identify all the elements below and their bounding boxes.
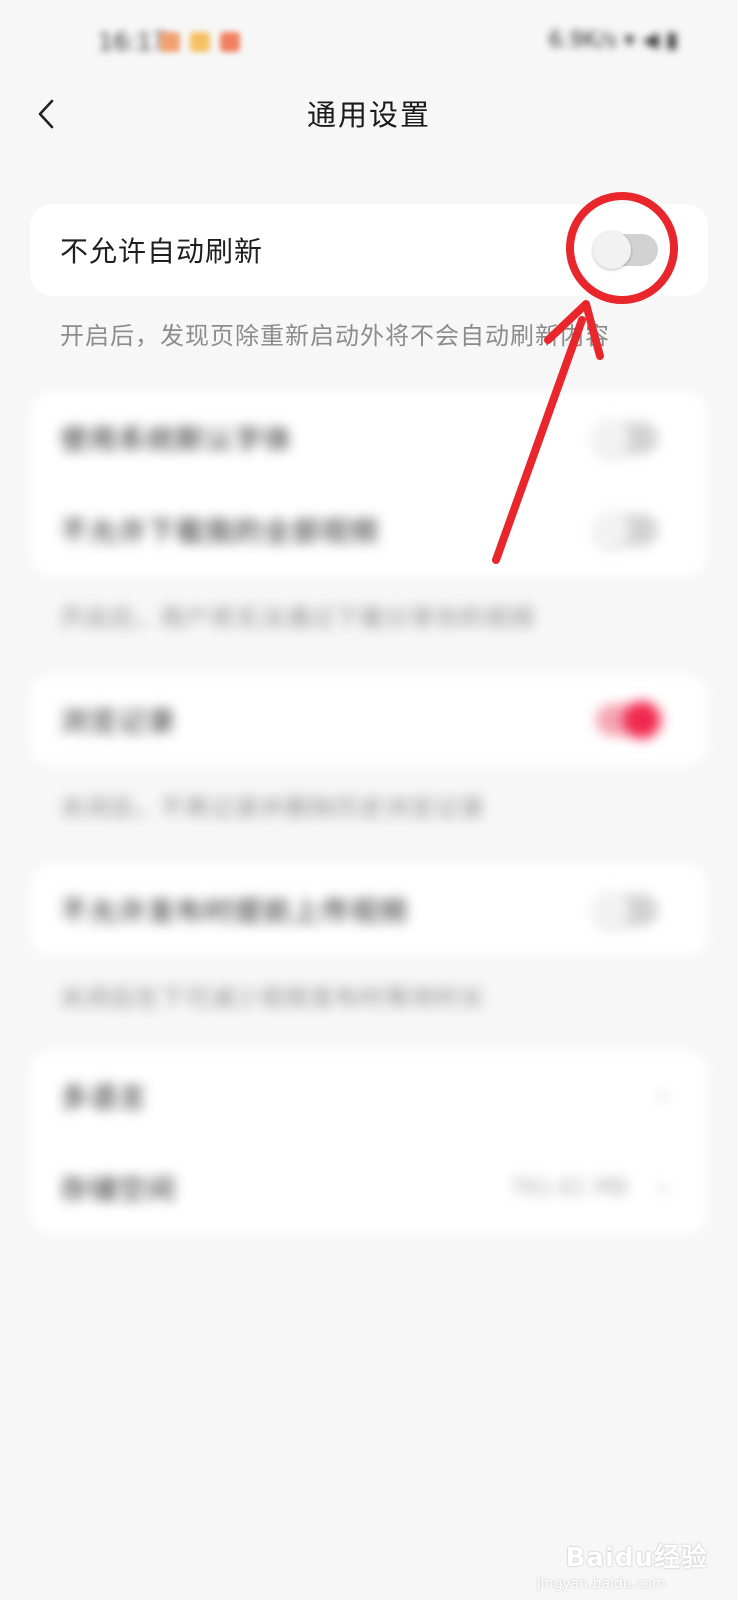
storage-value: 761.61 MB: [509, 1175, 628, 1201]
toggle-knob: [593, 891, 631, 929]
misc-card: 多语言 › 存储空间 761.61 MB ›: [30, 1050, 708, 1234]
storage-row[interactable]: 存储空间 761.61 MB ›: [30, 1142, 708, 1234]
chevron-right-icon: ›: [657, 1081, 668, 1111]
storage-label: 存储空间: [60, 1173, 177, 1206]
system-font-toggle[interactable]: [593, 419, 658, 457]
status-bar: 16:17 6.9K/s ▾ ◀ ▮: [0, 0, 738, 90]
pre-upload-hint: 关闭后在下可减少视频发布时等待时长: [60, 984, 485, 1012]
auto-refresh-label: 不允许自动刷新: [60, 235, 264, 268]
history-hint: 关闭后，不再记录并删除历史浏览记录: [60, 794, 485, 822]
auto-refresh-card: 不允许自动刷新: [30, 204, 708, 296]
auto-refresh-hint: 开启后，发现页除重新启动外将不会自动刷新内容: [60, 322, 610, 350]
auto-refresh-row: 不允许自动刷新: [30, 204, 708, 296]
toggle-knob: [593, 231, 631, 269]
toggle-knob: [593, 511, 631, 549]
notification-icons: [160, 32, 250, 56]
language-label: 多语言: [60, 1081, 148, 1114]
history-label: 浏览记录: [60, 705, 177, 738]
history-card: 浏览记录: [30, 674, 708, 766]
auto-refresh-toggle[interactable]: [593, 231, 658, 269]
download-hint: 开启后，用户将无法通过下载分享你的视频: [60, 604, 535, 632]
history-row: 浏览记录: [30, 674, 708, 766]
status-time: 16:17: [98, 28, 168, 56]
history-toggle[interactable]: [596, 701, 661, 739]
pre-upload-toggle[interactable]: [593, 891, 658, 929]
header: 通用设置: [0, 80, 738, 148]
watermark-url: jingyan.baidu.com: [536, 1576, 666, 1592]
watermark-logo: Baidu经验: [565, 1543, 708, 1573]
toggle-knob: [593, 419, 631, 457]
system-font-row: 使用系统默认字体: [30, 392, 708, 484]
system-font-label: 使用系统默认字体: [60, 423, 293, 456]
download-videos-toggle[interactable]: [593, 511, 658, 549]
download-videos-label: 不允许下载我的全部视频: [60, 515, 380, 548]
settings-screen: 16:17 6.9K/s ▾ ◀ ▮ 通用设置 不允许自动刷新 开启后，发现页除…: [0, 0, 738, 1600]
page-title: 通用设置: [306, 98, 431, 132]
chevron-right-icon: ›: [657, 1173, 668, 1203]
pre-upload-label: 不允许发布时提前上传视频: [60, 895, 409, 928]
status-indicators: 6.9K/s ▾ ◀ ▮: [548, 28, 678, 53]
pre-upload-row: 不允许发布时提前上传视频: [30, 864, 708, 956]
language-row[interactable]: 多语言 ›: [30, 1050, 708, 1142]
font-download-card: 使用系统默认字体 不允许下载我的全部视频: [30, 392, 708, 576]
pre-upload-card: 不允许发布时提前上传视频: [30, 864, 708, 956]
toggle-knob: [623, 701, 661, 739]
download-videos-row: 不允许下载我的全部视频: [30, 484, 708, 576]
